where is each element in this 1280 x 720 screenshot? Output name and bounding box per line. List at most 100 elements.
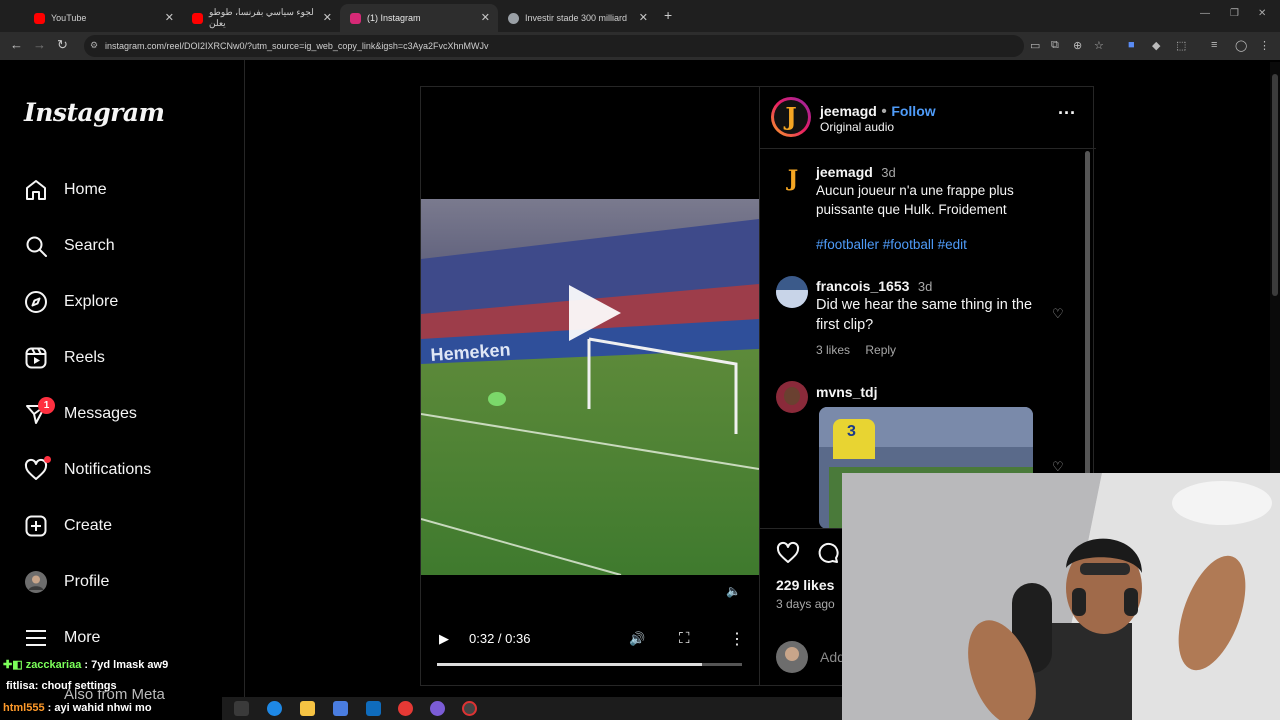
instagram-logo[interactable]: Instagram [24,98,165,127]
comment-icon[interactable] [816,541,840,570]
tab-youtube-2[interactable]: لجوء سياسي بفرنسا، طوطو يعلن ✕ [182,4,340,32]
likes-count[interactable]: 229 likes [776,577,834,593]
reels-icon [24,346,48,370]
nav-label: More [64,629,101,646]
site-info-icon[interactable]: ⚙ [90,40,98,51]
chat-text: chouf settings [41,680,117,692]
close-icon[interactable]: ✕ [481,11,490,24]
comment-header: francois_1653 3d [816,278,932,296]
reply-button[interactable]: Reply [865,343,896,357]
video-frame[interactable]: Hemeken PlayStation [421,199,759,575]
nav-label: Search [64,237,115,254]
edge-icon[interactable] [267,701,282,716]
close-icon[interactable]: ✕ [639,11,648,24]
extension-icon[interactable]: ■ [1128,39,1135,51]
extension-diamond-icon[interactable]: ◆ [1152,39,1160,52]
app-icon[interactable] [430,701,445,716]
cast-icon[interactable]: ▭ [1030,39,1040,52]
play-icon[interactable]: ▶ [439,631,449,647]
nav-label: Messages [64,405,137,422]
like-icon[interactable] [776,541,800,570]
chat-message: html555 : ayi wahid nhwi mo [3,702,152,714]
extensions-puzzle-icon[interactable]: ⬚ [1176,39,1186,52]
close-icon[interactable]: ✕ [323,11,332,24]
url-bar[interactable]: ⚙ instagram.com/reel/DOI2IXRCNw0/?utm_so… [84,35,1024,57]
nav-label: Reels [64,349,105,366]
nav-more[interactable]: More [24,626,100,650]
nav-create[interactable]: Create [24,514,112,538]
back-icon[interactable]: ← [10,37,23,52]
new-tab-icon[interactable]: + [664,7,672,23]
zoom-icon[interactable]: ⊕ [1073,39,1082,52]
webcam-overlay [842,473,1280,720]
maximize-icon[interactable]: ❐ [1230,8,1239,19]
browser-menu-icon[interactable]: ⋮ [1259,39,1270,52]
comment-username[interactable]: mvns_tdj [816,384,877,400]
close-icon[interactable]: ✕ [165,11,174,24]
comment-like-icon[interactable]: ♡ [1052,306,1064,322]
bookmark-star-icon[interactable]: ☆ [1094,39,1104,52]
volume-icon[interactable]: 🔊 [629,631,645,647]
youtube-icon [192,12,203,24]
commenter-avatar[interactable] [776,381,808,413]
chat-text: ayi wahid nhwi mo [54,702,152,714]
video-player[interactable]: Hemeken PlayStation 🔈 ▶ 0:32 / 0:36 🔊 ⛶ … [421,87,759,685]
tab-title: (1) Instagram [367,13,421,23]
author-avatar[interactable]: J [771,97,811,137]
play-overlay-icon[interactable] [561,281,625,350]
obs-icon[interactable] [462,701,477,716]
forward-icon[interactable]: → [33,37,46,52]
fullscreen-icon[interactable]: ⛶ [679,630,690,647]
football-scene: Hemeken PlayStation [421,199,759,575]
caption-text: Aucun joueur n'a une frappe plus puissan… [816,183,1014,217]
video-progress-fill [437,663,703,666]
video-controls: ▶ 0:32 / 0:36 🔊 ⛶ ⋮ [433,629,749,651]
instagram-icon [350,12,361,24]
reload-icon[interactable]: ↻ [57,37,68,53]
video-progress-bar[interactable] [437,663,742,666]
caption-avatar[interactable]: J [778,164,808,194]
post-options-icon[interactable]: ··· [1058,103,1076,124]
video-menu-icon[interactable]: ⋮ [729,629,745,649]
media-controls-icon[interactable]: ≡ [1211,39,1217,51]
tab-youtube[interactable]: YouTube ✕ [24,4,182,32]
window-close-icon[interactable]: ✕ [1258,8,1266,19]
comment-likes[interactable]: 3 likes [816,343,850,357]
tab-investir[interactable]: Investir stade 300 milliard ✕ [498,4,656,32]
nav-search[interactable]: Search [24,234,115,258]
store-icon[interactable] [333,701,348,716]
task-view-icon[interactable] [234,701,249,716]
comment-username[interactable]: francois_1653 [816,278,909,294]
nav-messages[interactable]: 1 Messages [24,397,137,426]
post-header: J jeemagd • Follow Original audio ··· [760,87,1096,149]
nav-label: Explore [64,293,119,310]
webcam-feed [842,473,1280,720]
outlook-icon[interactable] [366,701,381,716]
nav-explore[interactable]: Explore [24,290,118,314]
translate-icon[interactable]: ⧉ [1051,39,1059,52]
profile-icon[interactable]: ◯ [1235,39,1247,52]
follow-button[interactable]: Follow [891,103,935,119]
tab-instagram[interactable]: (1) Instagram ✕ [340,4,498,32]
separator-dot: • [881,103,892,120]
home-icon [24,178,48,202]
nav-notifications[interactable]: Notifications [24,456,151,482]
chrome-icon[interactable] [398,701,413,716]
caption-username[interactable]: jeemagd [816,164,873,180]
caption-hashtags[interactable]: #footballer #football #edit [816,235,967,254]
audio-label[interactable]: Original audio [820,120,894,134]
nav-label: Profile [64,573,110,590]
scrollbar-thumb[interactable] [1272,74,1278,296]
commenter-avatar[interactable] [776,276,808,308]
minimize-icon[interactable]: — [1200,8,1210,19]
mute-icon[interactable]: 🔈 [726,584,741,598]
author-username[interactable]: jeemagd [820,103,877,119]
video-time: 0:32 / 0:36 [469,631,531,646]
notification-dot [44,456,51,463]
file-explorer-icon[interactable] [300,701,315,716]
nav-home[interactable]: Home [24,178,107,202]
nav-profile[interactable]: Profile [24,570,109,594]
viewer-avatar [776,641,808,673]
menu-icon [24,626,48,650]
nav-reels[interactable]: Reels [24,346,105,370]
